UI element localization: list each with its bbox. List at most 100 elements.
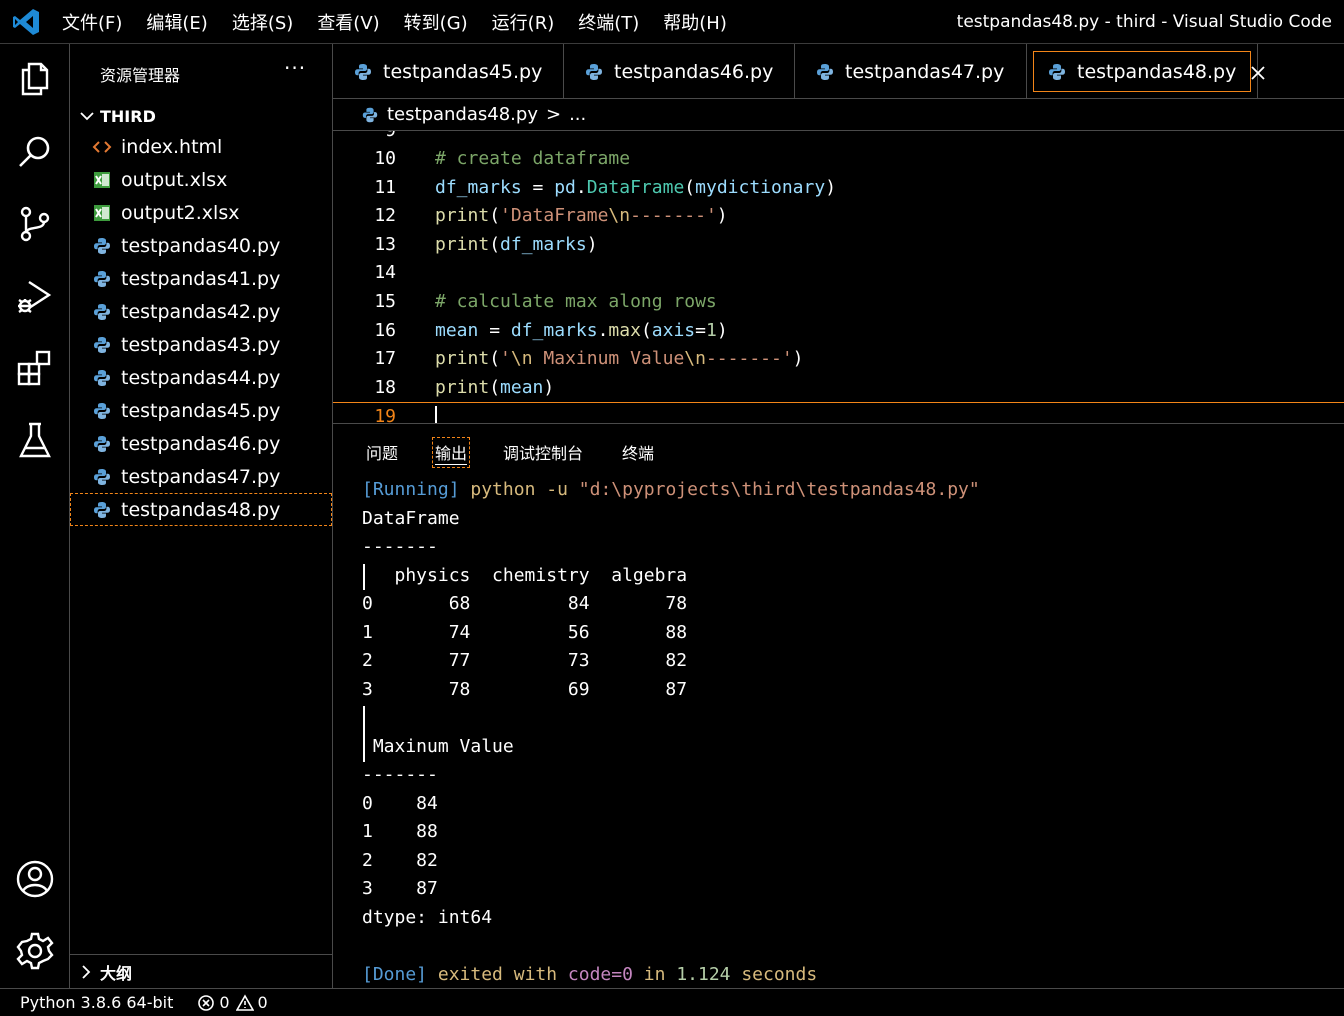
panel-tab[interactable]: 终端 bbox=[622, 440, 654, 464]
code-line-partial: 9 bbox=[333, 131, 1344, 145]
menu-item[interactable]: 运行(R) bbox=[492, 9, 555, 35]
outline-section-header[interactable]: 大纲 bbox=[70, 954, 332, 988]
file-tree-item[interactable]: testpandas40.py bbox=[70, 229, 332, 262]
close-icon[interactable] bbox=[1250, 64, 1266, 80]
code-line: 14 bbox=[333, 259, 1344, 287]
more-actions-icon[interactable]: ··· bbox=[284, 56, 306, 80]
file-tree-item[interactable]: output2.xlsx bbox=[70, 196, 332, 229]
output-token: 1.124 bbox=[676, 963, 731, 985]
code-token: ( bbox=[684, 176, 696, 198]
file-tree-item[interactable]: testpandas42.py bbox=[70, 295, 332, 328]
code-text: mean = df_marks.max(axis=1) bbox=[435, 317, 728, 345]
menu-item[interactable]: 帮助(H) bbox=[663, 9, 727, 35]
editor-tab[interactable]: testpandas46.py bbox=[564, 44, 795, 99]
breadcrumb-file[interactable]: testpandas48.py bbox=[387, 104, 538, 125]
active-tab-focus-border bbox=[1033, 51, 1251, 92]
menu-item[interactable]: 编辑(E) bbox=[146, 9, 207, 35]
code-token: mean bbox=[435, 319, 479, 341]
code-line: 12 print('DataFrame\n-------') bbox=[333, 202, 1344, 230]
file-tree-item[interactable]: testpandas43.py bbox=[70, 328, 332, 361]
code-text: df_marks = pd.DataFrame(mydictionary) bbox=[435, 174, 836, 202]
line-number: 9 bbox=[333, 131, 396, 145]
code-token: DataFrame bbox=[586, 176, 685, 198]
html-file-icon bbox=[92, 137, 112, 157]
code-token: print bbox=[435, 348, 490, 370]
settings-gear-icon[interactable] bbox=[15, 931, 55, 971]
editor-tab[interactable]: testpandas48.py bbox=[1027, 44, 1265, 99]
code-token: mean bbox=[500, 376, 544, 398]
menu-item[interactable]: 转到(G) bbox=[404, 9, 468, 35]
menu-item[interactable]: 查看(V) bbox=[317, 9, 379, 35]
file-name: testpandas44.py bbox=[121, 366, 281, 389]
file-name: testpandas47.py bbox=[121, 465, 281, 488]
code-token: 1 bbox=[705, 319, 717, 341]
code-token: . bbox=[575, 176, 587, 198]
file-tree-item[interactable]: index.html bbox=[70, 130, 332, 163]
output-line: ------- bbox=[362, 533, 438, 561]
file-tree-item[interactable]: testpandas41.py bbox=[70, 262, 332, 295]
code-token: # calculate max along rows bbox=[435, 291, 717, 312]
breadcrumb-symbol[interactable]: ... bbox=[569, 104, 586, 125]
editor-tab[interactable]: testpandas45.py bbox=[333, 44, 564, 99]
output-token: DataFrame bbox=[362, 507, 460, 529]
output-token: exited with bbox=[427, 963, 568, 985]
panel-tab[interactable]: 调试控制台 bbox=[503, 440, 583, 464]
code-text: # create dataframe bbox=[435, 145, 630, 173]
status-bar: Python 3.8.6 64-bit 0 0 bbox=[0, 988, 1344, 1016]
output-token: dtype: int64 bbox=[362, 906, 493, 928]
code-token: ) bbox=[825, 176, 837, 198]
python-file-icon bbox=[92, 500, 112, 520]
error-icon bbox=[198, 994, 215, 1011]
code-token: ) bbox=[716, 319, 728, 341]
menu-item[interactable]: 文件(F) bbox=[62, 9, 122, 35]
python-file-icon bbox=[92, 269, 112, 289]
output-token: 2 82 bbox=[362, 849, 438, 871]
panel-tab[interactable]: 问题 bbox=[366, 440, 398, 464]
file-name: testpandas46.py bbox=[121, 432, 281, 455]
output-token: seconds bbox=[730, 963, 818, 985]
folder-header[interactable]: THIRD bbox=[78, 104, 156, 128]
problems-status[interactable]: 0 0 bbox=[197, 993, 268, 1012]
outline-label: 大纲 bbox=[100, 963, 133, 983]
panel-tab[interactable]: 输出 bbox=[431, 437, 471, 468]
output-line: 1 88 bbox=[362, 818, 438, 846]
output-token: 2 77 73 82 bbox=[362, 650, 688, 671]
output-token: "d:\pyprojects\third\testpandas48.py" bbox=[578, 479, 980, 500]
file-tree-item[interactable]: testpandas48.py bbox=[70, 493, 332, 526]
file-tree-item[interactable]: testpandas44.py bbox=[70, 361, 332, 394]
run-debug-icon[interactable] bbox=[15, 276, 55, 316]
editor-tab[interactable]: testpandas47.py bbox=[795, 44, 1027, 99]
code-token: mydictionary bbox=[695, 176, 826, 198]
testing-icon[interactable] bbox=[15, 420, 55, 460]
menu-item[interactable]: 终端(T) bbox=[578, 9, 639, 35]
extensions-icon[interactable] bbox=[15, 348, 55, 388]
source-control-icon[interactable] bbox=[15, 204, 55, 244]
search-icon[interactable] bbox=[15, 132, 55, 172]
file-tree-item[interactable]: testpandas45.py bbox=[70, 394, 332, 427]
file-tree-item[interactable]: output.xlsx bbox=[70, 163, 332, 196]
python-interpreter-status[interactable]: Python 3.8.6 64-bit bbox=[20, 993, 173, 1012]
file-name: output.xlsx bbox=[121, 168, 228, 191]
output-token: in bbox=[632, 963, 677, 985]
menu-bar: 文件(F) 编辑(E) 选择(S) 查看(V) 转到(G) 运行(R) 终端(T) 帮助(H) bbox=[62, 0, 751, 44]
python-file-icon bbox=[584, 62, 604, 82]
menu-item[interactable]: 选择(S) bbox=[232, 9, 293, 35]
tab-label: testpandas46.py bbox=[614, 60, 774, 83]
code-token: # create dataframe bbox=[435, 148, 631, 169]
file-name: testpandas48.py bbox=[121, 498, 281, 521]
code-token: = bbox=[478, 319, 511, 341]
code-token: axis bbox=[651, 319, 696, 341]
python-file-icon bbox=[92, 467, 112, 487]
python-file-icon bbox=[362, 107, 378, 122]
file-tree-item[interactable]: testpandas47.py bbox=[70, 460, 332, 493]
code-token: ( bbox=[489, 348, 501, 370]
bottom-panel: 问题 输出 调试控制台 终端 [Running] python -u "d:\pypr… bbox=[333, 423, 1344, 988]
account-icon[interactable] bbox=[15, 859, 55, 899]
activity-bar bbox=[0, 44, 70, 988]
code-line: 10 # create dataframe bbox=[333, 145, 1344, 173]
line-number: 12 bbox=[374, 205, 396, 227]
folder-name: THIRD bbox=[100, 106, 156, 126]
code-editor[interactable]: 910# create dataframe11df_marks = pd.Dat… bbox=[333, 131, 1344, 423]
explorer-icon[interactable] bbox=[15, 58, 55, 98]
file-tree-item[interactable]: testpandas46.py bbox=[70, 427, 332, 460]
